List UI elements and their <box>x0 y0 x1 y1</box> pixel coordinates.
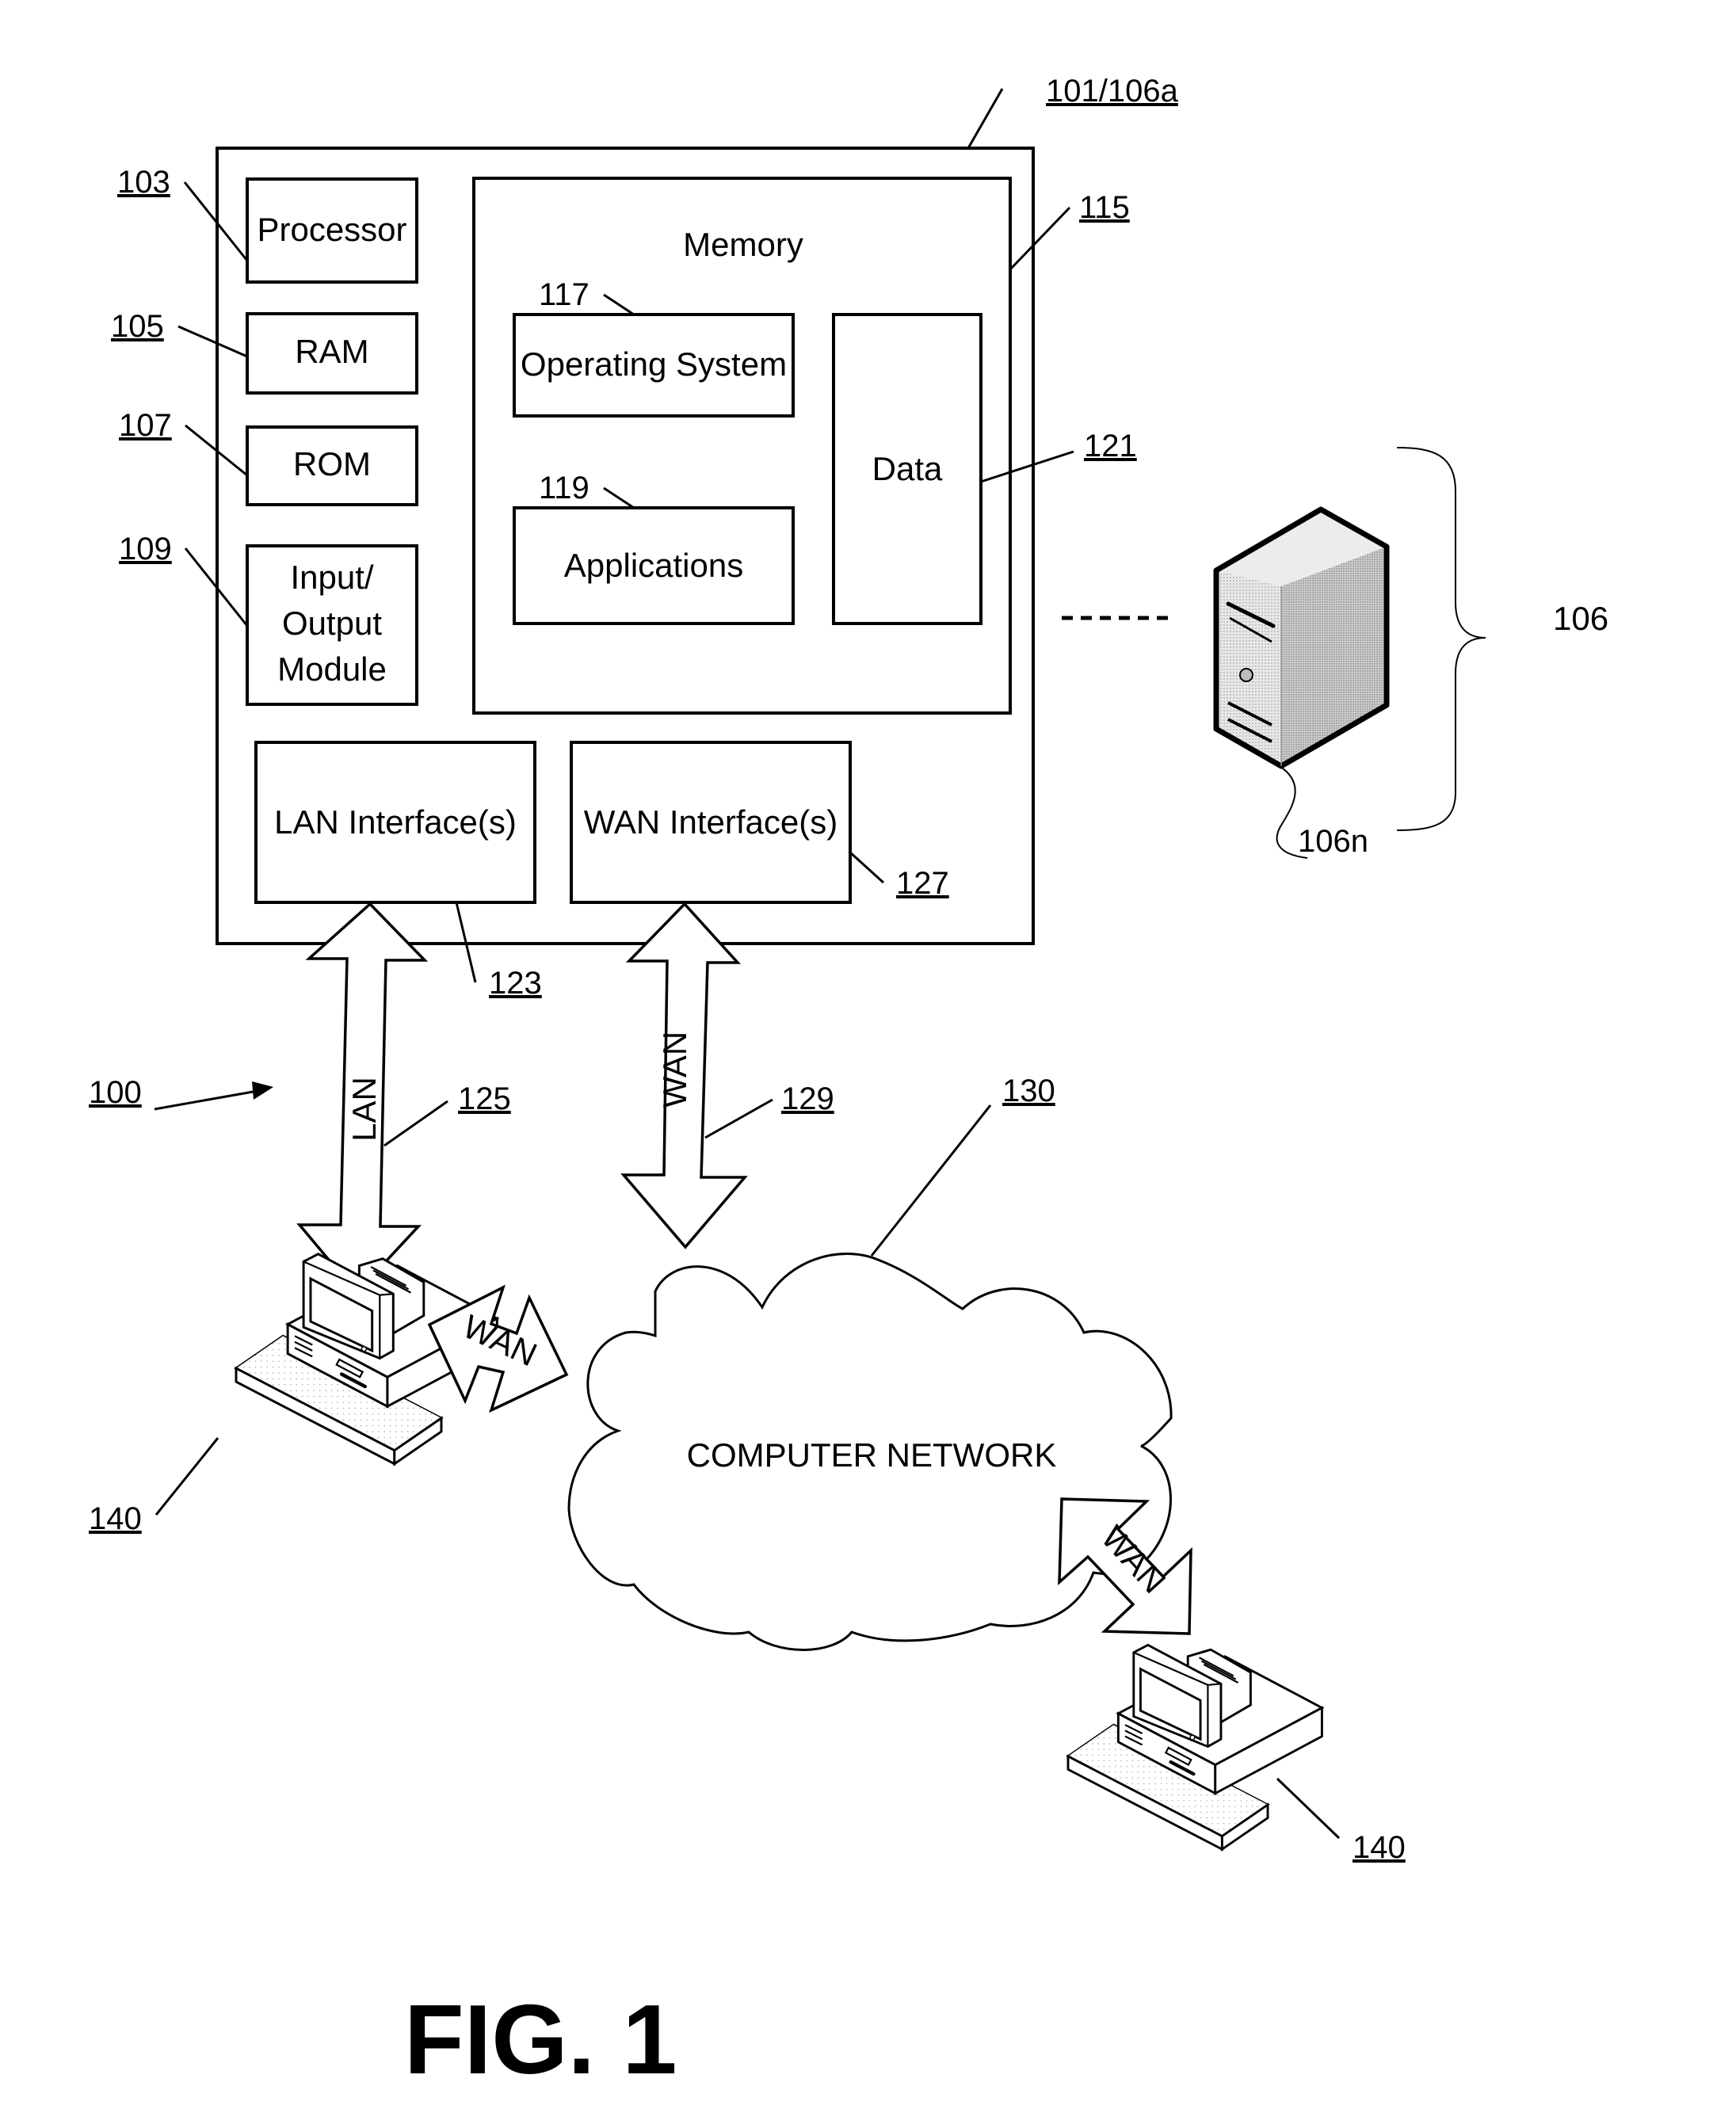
io-label-line-3: Module <box>277 650 387 688</box>
server-ref: 106n <box>1298 824 1368 859</box>
device-ref-label: 101/106a <box>1046 74 1179 109</box>
device-ref-leader <box>967 88 1004 149</box>
computer-network-leader <box>870 1104 992 1257</box>
io-label-line-2: Output <box>282 604 382 642</box>
wan-link-leader <box>704 1098 773 1139</box>
lan-interface-label: LAN Interface(s) <box>274 803 517 841</box>
io-ref: 109 <box>119 532 172 566</box>
memory-label: Memory <box>683 226 803 263</box>
terminal-ref-right: 140 <box>1353 1830 1406 1865</box>
lan-link-leader <box>383 1100 448 1147</box>
lan-link-label: LAN <box>345 1077 383 1142</box>
desktop-computer-icon <box>1068 1645 1322 1849</box>
applications-label: Applications <box>564 547 743 584</box>
server-group-brace <box>1396 447 1486 831</box>
operating-system-label: Operating System <box>521 345 787 383</box>
wan-interface-ref: 127 <box>896 866 949 901</box>
system-ref-arrowhead <box>252 1081 273 1100</box>
computer-network-ref: 130 <box>1002 1074 1055 1108</box>
io-label-line-1: Input/ <box>290 559 373 596</box>
rom-ref: 107 <box>119 408 172 443</box>
processor-label: Processor <box>257 211 406 248</box>
wan-link-ref: 129 <box>781 1081 834 1116</box>
terminal-ref-left: 140 <box>89 1501 142 1536</box>
wan-link-label: WAN <box>656 1032 693 1108</box>
applications-ref: 119 <box>539 471 589 505</box>
processor-ref: 103 <box>117 165 170 200</box>
system-ref: 100 <box>89 1075 142 1110</box>
server-tower-icon <box>1213 506 1390 769</box>
data-label: Data <box>872 450 943 487</box>
data-ref: 121 <box>1084 429 1137 463</box>
memory-ref: 115 <box>1079 190 1130 225</box>
computer-network-label: COMPUTER NETWORK <box>687 1436 1057 1474</box>
operating-system-ref: 117 <box>539 277 589 312</box>
figure-caption: FIG. 1 <box>404 1985 677 2095</box>
diagram-canvas: 101/106a Processor 103 RAM 105 ROM 107 I… <box>89 74 1608 2095</box>
lan-interface-ref: 123 <box>489 966 542 1001</box>
rom-label: ROM <box>293 445 371 482</box>
terminal-ref-right-leader <box>1276 1777 1341 1840</box>
ram-ref: 105 <box>111 309 164 344</box>
system-ref-arrow-line <box>154 1089 258 1111</box>
wan-interface-label: WAN Interface(s) <box>584 803 838 841</box>
server-group-ref: 106 <box>1553 600 1608 637</box>
lan-link-ref: 125 <box>458 1081 511 1116</box>
ram-label: RAM <box>295 333 368 370</box>
terminal-ref-left-leader <box>155 1437 219 1516</box>
